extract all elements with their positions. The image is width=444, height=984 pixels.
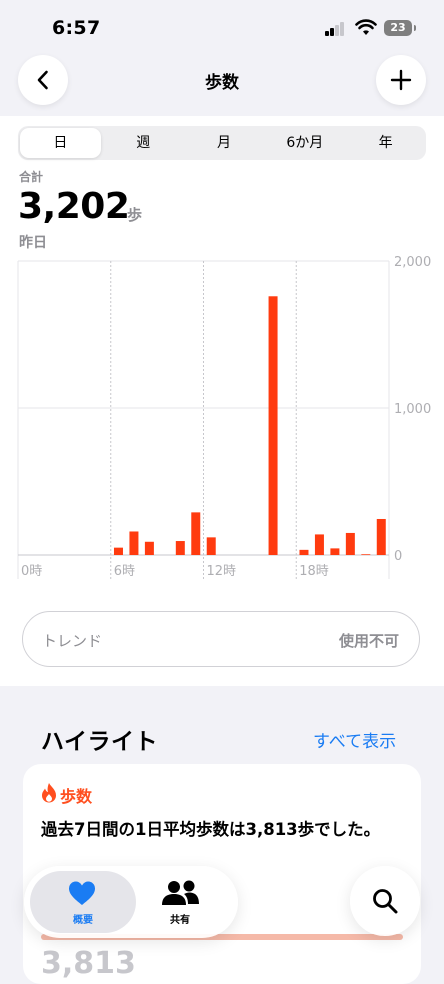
bar-hour-19 [314, 534, 324, 555]
flame-icon [40, 782, 58, 804]
battery-icon: 23 [384, 20, 416, 36]
segment-month[interactable]: 月 [184, 126, 265, 160]
plus-icon [390, 69, 412, 91]
tab-summary[interactable]: 概要 [30, 911, 136, 926]
segment-day[interactable]: 日 [20, 128, 101, 158]
people-icon [162, 880, 200, 906]
bar-hour-21 [345, 532, 355, 555]
x-tick-label: 6時 [114, 564, 135, 579]
bar-hour-18 [299, 549, 309, 555]
bar-hour-22 [361, 554, 371, 555]
bar-hour-7 [129, 531, 139, 555]
total-label: 合計 [19, 170, 44, 184]
period-segmented-control: 日 週 月 6か月 年 [18, 126, 426, 160]
segment-6-months[interactable]: 6か月 [264, 126, 345, 160]
hourly-steps-chart[interactable]: 2,000 1,000 0 0時 6時 12時 18時 [0, 250, 444, 590]
tab-sharing[interactable]: 共有 [130, 911, 230, 926]
x-tick-label: 18時 [299, 564, 329, 579]
bar-hour-16 [268, 296, 278, 555]
x-tick-label: 12時 [207, 564, 237, 579]
heart-icon [68, 880, 96, 906]
highlights-title: ハイライト [41, 729, 159, 755]
x-tick-label: 0時 [21, 564, 42, 579]
highlight-big-number: 3,813 [41, 946, 136, 981]
y-tick-label: 0 [394, 549, 402, 564]
bar-hour-6 [113, 547, 123, 555]
search-button[interactable] [350, 866, 420, 936]
bar-hour-11 [191, 512, 201, 555]
cellular-signal-icon [325, 22, 347, 36]
bar-hour-10 [175, 541, 185, 555]
total-steps-value: 3,202 [18, 186, 130, 227]
y-tick-label: 2,000 [394, 255, 431, 270]
date-label: 昨日 [19, 235, 47, 251]
total-steps-unit: 歩 [127, 206, 143, 224]
highlight-category: 歩数 [60, 787, 93, 806]
segment-year[interactable]: 年 [345, 126, 426, 160]
highlight-text: 過去7日間の1日平均歩数は3,813歩でした。 [41, 820, 381, 839]
status-time: 6:57 [52, 17, 101, 39]
search-icon [373, 889, 398, 914]
bar-hour-12 [206, 537, 216, 555]
trend-value: 使用不可 [339, 632, 400, 650]
bar-hour-8 [144, 541, 154, 555]
y-tick-label: 1,000 [394, 402, 431, 417]
bar-hour-20 [330, 548, 340, 555]
wifi-icon [355, 19, 377, 37]
show-all-link[interactable]: すべて表示 [313, 727, 396, 752]
segment-week[interactable]: 週 [103, 126, 184, 160]
bar-hour-23 [376, 518, 386, 555]
add-data-button[interactable] [376, 55, 426, 105]
trend-label: トレンド [42, 632, 103, 650]
